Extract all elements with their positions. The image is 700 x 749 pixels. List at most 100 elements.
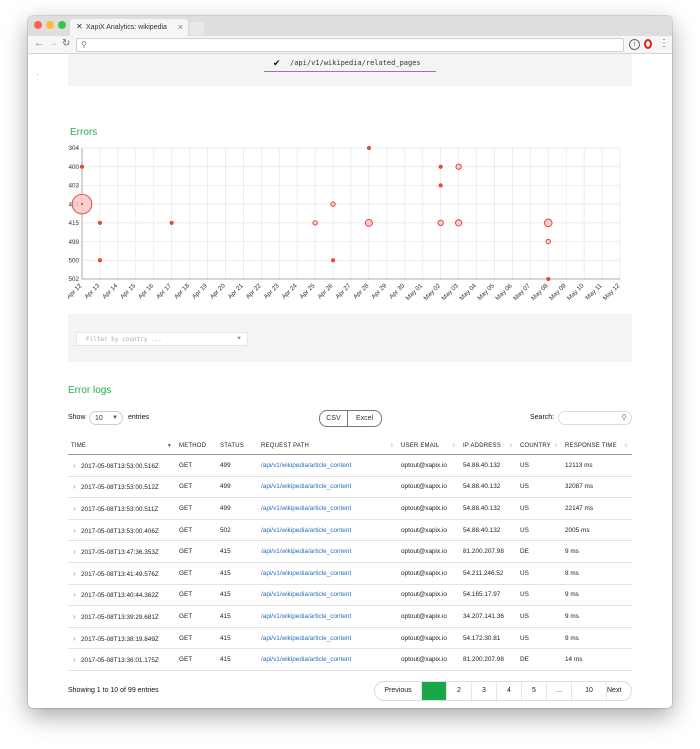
column-header-label: RESPONSE TIME: [565, 443, 617, 449]
reload-icon[interactable]: ↻: [62, 38, 70, 50]
selected-route[interactable]: /api/v1/wikipedia/related_pages: [290, 59, 421, 67]
request-path-cell: /api/v1/wikipedia/article_content: [258, 605, 398, 628]
expand-row-icon[interactable]: ›: [68, 612, 81, 621]
request-path-link[interactable]: /api/v1/wikipedia/article_content: [261, 527, 351, 534]
back-arrow-icon[interactable]: ←: [34, 38, 44, 50]
page-1-button[interactable]: 1: [422, 682, 447, 700]
column-header-ip-address[interactable]: IP ADDRESS ⇕: [460, 438, 517, 455]
data-point: [438, 183, 443, 188]
table-row[interactable]: › 2017-05-08T13:40:44.362Z GET 415/api/v1/w…: [68, 584, 632, 607]
page-10-button[interactable]: 10: [572, 682, 607, 700]
request-path-link[interactable]: /api/v1/wikipedia/article_content: [261, 656, 351, 663]
table-row[interactable]: › 2017-05-08T13:47:36.353Z GET 415/api/v1/w…: [68, 540, 632, 563]
column-header-country[interactable]: COUNTRY ⇕: [517, 438, 562, 455]
data-point: [546, 276, 551, 281]
request-path-cell: /api/v1/wikipedia/article_content: [258, 584, 398, 607]
x-tick-label: May 04: [458, 282, 478, 302]
expand-row-icon[interactable]: ›: [68, 547, 81, 556]
more-menu-icon[interactable]: ⋮: [659, 38, 669, 50]
new-tab-button[interactable]: [190, 22, 204, 35]
table-row[interactable]: › 2017-05-08T13:53:00.406Z GET 502/api/v1/w…: [68, 519, 632, 542]
request-path-cell: /api/v1/wikipedia/article_content: [258, 648, 398, 671]
table-row[interactable]: › 2017-05-08T13:38:19.849Z GET 415/api/v1/w…: [68, 627, 632, 650]
status-cell: 499: [217, 497, 258, 520]
country-filter-select[interactable]: Filter by country ... ▼: [76, 332, 248, 346]
table-row[interactable]: › 2017-05-08T13:53:00.512Z GET 499/api/v1/w…: [68, 476, 632, 499]
data-point: [545, 238, 551, 245]
close-window-button[interactable]: [34, 21, 42, 29]
request-path-cell: /api/v1/wikipedia/article_content: [258, 627, 398, 650]
info-icon[interactable]: i: [629, 39, 640, 50]
x-tick-label: May 11: [584, 282, 604, 302]
user-email-cell: optout@xapix.io: [398, 627, 460, 650]
status-cell: 415: [217, 648, 258, 671]
request-path-link[interactable]: /api/v1/wikipedia/article_content: [261, 505, 351, 512]
csv-button[interactable]: CSV: [320, 411, 348, 426]
data-point: [366, 145, 371, 150]
time-value: 2017-05-08T13:38:19.849Z: [81, 635, 159, 643]
expand-row-icon[interactable]: ›: [68, 655, 81, 664]
next-page-button[interactable]: Next: [607, 682, 621, 700]
country-cell: DE: [517, 540, 562, 563]
data-point: [97, 220, 102, 225]
page-length-select[interactable]: 10 ▼: [89, 411, 123, 425]
table-row[interactable]: › 2017-05-08T13:53:00.516Z GET 499/api/v1/w…: [68, 454, 632, 477]
page-ellipsis-button: …: [547, 682, 572, 700]
response-time-cell: 9 ms: [562, 627, 632, 650]
request-path-link[interactable]: /api/v1/wikipedia/article_content: [261, 635, 351, 642]
opera-icon[interactable]: [644, 39, 652, 49]
column-header-method[interactable]: METHOD: [176, 438, 217, 455]
ip-address-cell: 54.88.40.132: [460, 454, 517, 477]
request-path-link[interactable]: /api/v1/wikipedia/article_content: [261, 548, 351, 555]
expand-row-icon[interactable]: ›: [68, 504, 81, 513]
column-header-time[interactable]: TIME ▼: [68, 438, 176, 455]
method-cell: GET: [176, 627, 217, 650]
excel-button[interactable]: Excel: [348, 411, 381, 426]
page-2-button[interactable]: 2: [447, 682, 472, 700]
column-header-status[interactable]: STATUS: [217, 438, 258, 455]
x-tick-label: May 01: [405, 282, 425, 302]
column-header-user-email[interactable]: USER EMAIL ⇕: [398, 438, 460, 455]
table-search-input[interactable]: ⚲: [558, 411, 632, 425]
request-path-cell: /api/v1/wikipedia/article_content: [258, 519, 398, 542]
expand-row-icon[interactable]: ›: [68, 526, 81, 535]
x-tick-label: Apr 19: [191, 282, 209, 300]
forward-arrow-icon[interactable]: →: [48, 38, 58, 50]
status-cell: 415: [217, 584, 258, 607]
page-3-button[interactable]: 3: [472, 682, 497, 700]
previous-page-button[interactable]: Previous: [375, 682, 422, 700]
request-path-link[interactable]: /api/v1/wikipedia/article_content: [261, 462, 351, 469]
close-tab-icon[interactable]: ×: [178, 22, 183, 32]
data-point: [544, 218, 553, 228]
data-point: [455, 163, 462, 170]
ip-address-cell: 54.172.30.81: [460, 627, 517, 650]
minimize-window-button[interactable]: [46, 21, 54, 29]
table-row[interactable]: › 2017-05-08T13:41:49.576Z GET 415/api/v1/w…: [68, 562, 632, 585]
request-path-link[interactable]: /api/v1/wikipedia/article_content: [261, 570, 351, 577]
country-cell: US: [517, 454, 562, 477]
page-5-button[interactable]: 5: [522, 682, 547, 700]
x-tick-label: May 02: [423, 282, 443, 302]
expand-row-icon[interactable]: ›: [68, 634, 81, 643]
column-header-request-path[interactable]: REQUEST PATH ⇕: [258, 438, 398, 455]
address-bar[interactable]: ⚲: [76, 38, 624, 52]
expand-row-icon[interactable]: ›: [68, 461, 81, 470]
expand-row-icon[interactable]: ›: [68, 482, 81, 491]
maximize-window-button[interactable]: [58, 21, 66, 29]
expand-row-icon[interactable]: ›: [68, 590, 81, 599]
column-header-response-time[interactable]: RESPONSE TIME ⇕: [562, 438, 632, 455]
user-email-cell: optout@xapix.io: [398, 519, 460, 542]
table-row[interactable]: › 2017-05-08T13:39:29.681Z GET 415/api/v1/w…: [68, 605, 632, 628]
entries-label: entries: [128, 414, 150, 421]
method-cell: GET: [176, 584, 217, 607]
request-path-link[interactable]: /api/v1/wikipedia/article_content: [261, 613, 351, 620]
table-row[interactable]: › 2017-05-08T13:53:00.511Z GET 499/api/v1/w…: [68, 497, 632, 520]
x-tick-label: Apr 21: [227, 282, 245, 300]
browser-tab[interactable]: ✕ XapiX Analytics: wikipedia ×: [70, 19, 188, 36]
expand-row-icon[interactable]: ›: [68, 569, 81, 578]
time-value: 2017-05-08T13:47:36.353Z: [81, 549, 159, 557]
request-path-link[interactable]: /api/v1/wikipedia/article_content: [261, 591, 351, 598]
page-4-button[interactable]: 4: [497, 682, 522, 700]
request-path-link[interactable]: /api/v1/wikipedia/article_content: [261, 483, 351, 490]
table-row[interactable]: › 2017-05-08T13:36:01.175Z GET 415/api/v1/w…: [68, 648, 632, 671]
